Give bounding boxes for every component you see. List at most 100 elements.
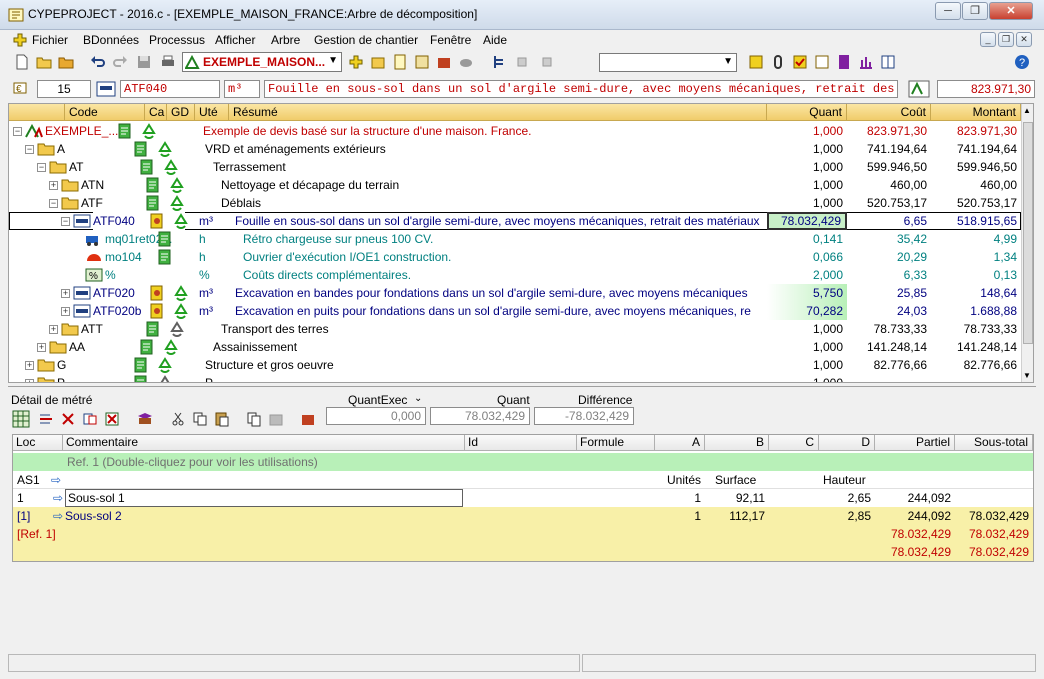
price-mode-icon[interactable] xyxy=(908,80,930,98)
chevron-down-icon[interactable]: ⌄ xyxy=(414,393,422,404)
waste-recycle-icon[interactable] xyxy=(173,213,189,229)
move-chapter-icon[interactable] xyxy=(370,54,386,70)
specification-icon[interactable] xyxy=(157,267,173,283)
splitter[interactable] xyxy=(8,386,1036,390)
tree-row[interactable]: − A VRD et aménagements extérieurs 1,000 741… xyxy=(9,140,1021,158)
row-quantity[interactable]: 2,000 xyxy=(767,266,847,284)
tree-row[interactable]: + ATF020 m³ Excavation en bandes pour fonda… xyxy=(9,284,1021,302)
waste-recycle-icon[interactable] xyxy=(163,159,179,175)
unit-field[interactable]: m³ xyxy=(224,80,260,98)
notes-icon[interactable] xyxy=(748,54,764,70)
import-disabled-icon[interactable] xyxy=(268,411,284,427)
specification-icon[interactable] xyxy=(133,357,149,373)
attach-icon[interactable] xyxy=(770,54,786,70)
tree-row[interactable]: + AA Assainissement 1,000 141.248,14 141.248,… xyxy=(9,338,1021,356)
expand-toggle-icon[interactable]: + xyxy=(49,181,58,190)
expand-toggle-icon[interactable]: + xyxy=(49,325,58,334)
open-recent-icon[interactable] xyxy=(58,54,74,70)
add-chapter-icon[interactable] xyxy=(348,54,364,70)
close-button[interactable]: ✕ xyxy=(989,2,1033,20)
grid-header-d[interactable]: D xyxy=(819,435,875,451)
total-ref-row[interactable]: [Ref. 1] 78.032,429 78.032,429 xyxy=(13,525,1033,543)
undo-icon[interactable] xyxy=(90,54,106,70)
waste-recycle-icon[interactable] xyxy=(169,177,185,193)
waste-recycle-icon[interactable] xyxy=(173,303,189,319)
specification-icon[interactable] xyxy=(145,321,161,337)
tree-row[interactable]: − AT Terrassement 1,000 599.946,50 599.946,50 xyxy=(9,158,1021,176)
ref-row[interactable]: Ref. 1 (Double-cliquez pour voir les uti… xyxy=(13,453,1033,471)
filter-combo[interactable]: ▼ xyxy=(599,53,737,72)
document-icon[interactable] xyxy=(392,54,408,70)
scroll-up-icon[interactable]: ▲ xyxy=(1023,106,1031,115)
level-field[interactable]: 15 xyxy=(37,80,91,98)
specification-icon[interactable] xyxy=(149,285,165,301)
tree-row[interactable]: + ATF020b m³ Excavation en puits pour fonda… xyxy=(9,302,1021,320)
tree-row[interactable]: − EXEMPLE_... Exemple de devis basé sur la… xyxy=(9,122,1021,140)
copy-icon[interactable] xyxy=(192,411,208,427)
check-icon[interactable] xyxy=(792,54,808,70)
expand-toggle-icon[interactable]: + xyxy=(37,343,46,352)
waste-recycle-icon[interactable] xyxy=(169,321,185,337)
copy-lines-icon[interactable] xyxy=(246,411,262,427)
decomposition-tree[interactable]: Code Ca GD Uté Résumé Quant Coût Montant… xyxy=(8,103,1034,383)
menu-processus[interactable]: Processus xyxy=(149,33,205,47)
copy-row-icon[interactable] xyxy=(82,411,98,427)
row-quantity[interactable]: 1,000 xyxy=(767,194,847,212)
expand-toggle-icon[interactable]: − xyxy=(13,127,22,136)
grid-header-partiel[interactable]: Partiel xyxy=(875,435,955,451)
tree-row[interactable]: − ATF040 m³ Fouille en sous-sol dans un sol… xyxy=(9,212,1021,230)
specification-icon[interactable] xyxy=(157,249,173,265)
row-quantity[interactable]: 1,000 xyxy=(767,176,847,194)
grid-header-formule[interactable]: Formule xyxy=(577,435,655,451)
row-quantity[interactable]: 78.032,429 xyxy=(767,212,847,230)
grid-header-loc[interactable]: Loc xyxy=(13,435,63,451)
tree-header-montant[interactable]: Montant xyxy=(931,104,1021,121)
tree-header-ute[interactable]: Uté xyxy=(195,104,229,121)
new-file-icon[interactable] xyxy=(14,54,30,70)
library-icon[interactable] xyxy=(136,411,154,427)
row-quantity[interactable]: 1,000 xyxy=(767,158,847,176)
expand-toggle-icon[interactable]: + xyxy=(61,307,70,316)
spreadsheet-icon[interactable] xyxy=(12,410,30,428)
waste-recycle-icon[interactable] xyxy=(169,195,185,211)
grid-header-c[interactable]: C xyxy=(769,435,819,451)
menu-arbre[interactable]: Arbre xyxy=(271,33,300,47)
paste-disabled-icon[interactable] xyxy=(538,54,554,70)
waste-recycle-icon[interactable] xyxy=(141,123,157,139)
code-field[interactable]: ATF040 xyxy=(120,80,220,98)
calc-tools-icon[interactable] xyxy=(300,411,316,427)
tree-scrollbar[interactable]: ▲ ▼ xyxy=(1021,104,1033,382)
tree-row[interactable]: + G Structure et gros oeuvre 1,000 82.776,66… xyxy=(9,356,1021,374)
measurement-grid[interactable]: Loc Commentaire Id Formule A B C D Parti… xyxy=(12,434,1034,562)
grid-header-id[interactable]: Id xyxy=(465,435,577,451)
row-quantity[interactable]: 1,000 xyxy=(767,140,847,158)
grand-total-row[interactable]: 78.032,429 78.032,429 xyxy=(13,543,1033,561)
tree-row[interactable]: mq01ret02... h Rétro chargeuse sur pneus 1… xyxy=(9,230,1021,248)
tree-view-icon[interactable] xyxy=(492,54,508,70)
row-quantity[interactable]: 1,000 xyxy=(767,374,847,382)
minimize-button[interactable]: ─ xyxy=(935,2,961,20)
grid-header-commentaire[interactable]: Commentaire xyxy=(63,435,465,451)
grid-header-a[interactable]: A xyxy=(655,435,705,451)
specification-icon[interactable] xyxy=(133,141,149,157)
expand-toggle-icon[interactable]: − xyxy=(25,145,34,154)
row-quantity[interactable]: 5,750 xyxy=(767,284,847,302)
expand-toggle-icon[interactable]: + xyxy=(25,379,34,382)
expand-toggle-icon[interactable]: − xyxy=(61,217,70,226)
row-quantity[interactable]: 0,141 xyxy=(767,230,847,248)
specification-icon[interactable] xyxy=(145,177,161,193)
expand-toggle-icon[interactable]: + xyxy=(25,361,34,370)
mdi-restore-button[interactable]: ❐ xyxy=(998,32,1014,47)
tree-header-code[interactable]: Code xyxy=(65,104,145,121)
open-folder-icon[interactable] xyxy=(36,54,52,70)
grid-header-soustotal[interactable]: Sous-total xyxy=(955,435,1033,451)
mdi-minimize-button[interactable]: _ xyxy=(980,32,996,47)
print-icon[interactable] xyxy=(160,54,176,70)
specification-icon[interactable] xyxy=(139,339,155,355)
scroll-down-icon[interactable]: ▼ xyxy=(1023,371,1031,380)
menu-fenetre[interactable]: Fenêtre xyxy=(430,33,471,47)
as-row[interactable]: AS1 ⇨ Unités Surface Hauteur xyxy=(13,471,1033,489)
specification-icon[interactable] xyxy=(145,195,161,211)
delete-row-icon[interactable] xyxy=(60,411,76,427)
paste-icon[interactable] xyxy=(214,411,230,427)
